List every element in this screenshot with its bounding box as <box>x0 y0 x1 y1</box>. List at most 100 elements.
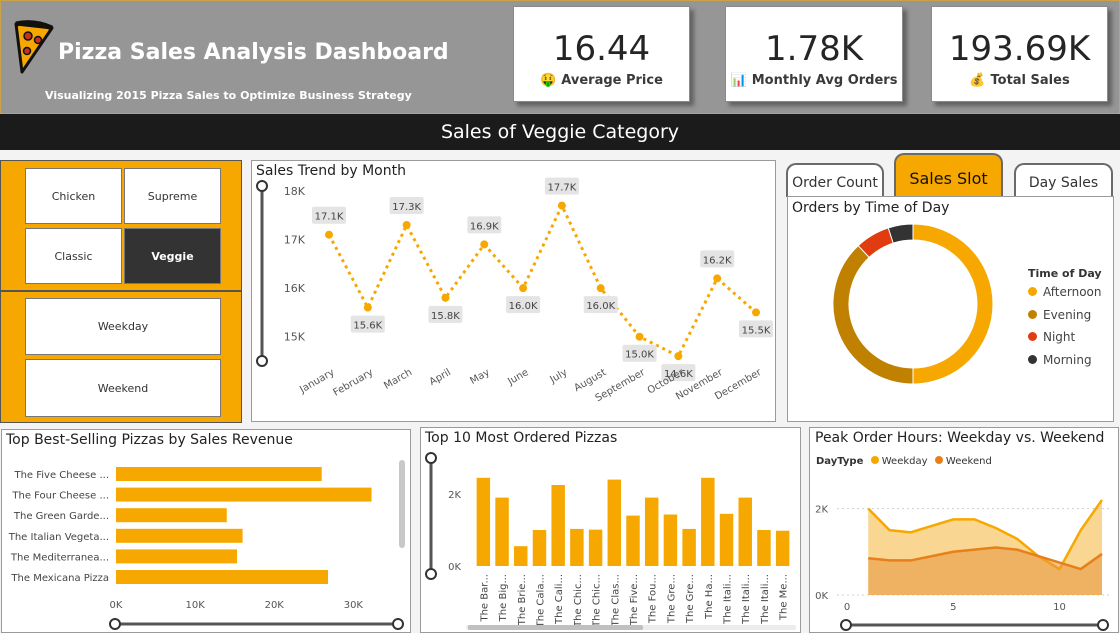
slicer-veggie-button[interactable]: Veggie <box>124 228 221 284</box>
data-label: 16.9K <box>470 221 499 232</box>
legend-item: Afternoon <box>1028 285 1102 308</box>
slicer-classic-button[interactable]: Classic <box>25 228 122 284</box>
data-point <box>713 274 722 283</box>
data-label: 16.0K <box>586 301 615 312</box>
x-category-label: The Me... <box>779 574 790 621</box>
data-point <box>752 308 760 317</box>
data-label: 16.0K <box>509 301 538 312</box>
donut-slice <box>912 223 994 385</box>
kpi-value: 193.69K <box>948 29 1091 69</box>
x-tick-label: July <box>547 367 569 386</box>
series-line <box>327 202 757 359</box>
tab-day-sales[interactable]: Day Sales <box>1014 163 1113 197</box>
y-category-label: The Mediterranea... <box>10 552 109 563</box>
time-of-day-panel: Orders by Time of Day Time of Day Aftern… <box>787 196 1114 422</box>
slicer-weekend-button[interactable]: Weekend <box>25 359 221 417</box>
x-category-label: The Ha... <box>704 574 715 620</box>
slider-handle <box>425 452 437 464</box>
y-tick-label: 0K <box>815 591 828 602</box>
tab-sales-slot[interactable]: Sales Slot <box>894 153 1003 197</box>
range-slider-handle <box>1097 619 1109 631</box>
range-slider-handle <box>392 618 404 630</box>
x-tick-label: 20K <box>265 600 285 611</box>
bar <box>116 549 238 564</box>
y-tick-label: 16K <box>284 282 306 295</box>
best-selling-panel: Top Best-Selling Pizzas by Sales Revenue… <box>1 429 411 633</box>
data-point <box>596 284 605 293</box>
bar <box>626 515 640 566</box>
y-category-label: The Mexicana Pizza <box>10 573 109 584</box>
bar <box>116 467 322 481</box>
donut-slice <box>832 244 914 385</box>
category-banner: Sales of Veggie Category <box>0 114 1120 150</box>
data-label: 15.8K <box>431 311 460 322</box>
sales-trend-chart: 15K 16K 17K 18K 17.1K January 15.6K February 17.… <box>256 177 773 404</box>
x-tick-label: 0K <box>110 600 123 611</box>
legend-item: Night <box>1028 330 1102 353</box>
daytype-slicer: Weekday Weekend <box>0 291 242 423</box>
most-ordered-panel: Top 10 Most Ordered Pizzas 0K 2K The Bar..… <box>420 427 801 633</box>
kpi-card-total-sales: 193.69K 💰 Total Sales <box>931 6 1108 102</box>
donut-slice <box>887 223 914 244</box>
bar <box>532 530 547 566</box>
kpi-value: 1.78K <box>765 29 863 69</box>
data-point <box>441 293 450 302</box>
y-tick-label: 17K <box>284 234 306 247</box>
x-tick-label: 30K <box>344 600 364 611</box>
slider-handle <box>256 355 268 367</box>
x-tick-label: January <box>297 367 336 396</box>
kpi-label: Total Sales <box>990 73 1070 88</box>
data-point <box>635 332 644 341</box>
tab-order-count[interactable]: Order Count <box>786 163 884 197</box>
x-tick-label: 10K <box>185 600 205 611</box>
x-tick-label: February <box>331 367 375 399</box>
bar <box>719 513 734 566</box>
bar <box>514 546 528 566</box>
y-tick-label: 2K <box>448 490 461 501</box>
legend-item: Evening <box>1028 308 1102 331</box>
x-category-label: The Itali... <box>760 574 771 625</box>
page-subtitle: Visualizing 2015 Pizza Sales to Optimize… <box>45 89 412 102</box>
data-point <box>557 201 566 210</box>
bar <box>116 508 227 523</box>
x-category-label: The Chic... <box>592 574 603 628</box>
legend-label: Night <box>1043 330 1076 344</box>
data-label: 15.5K <box>742 325 771 336</box>
most-ordered-bar-chart: 0K 2K The Bar... The Big... The Brie... The C… <box>425 452 796 630</box>
y-tick-label: 18K <box>284 185 306 198</box>
data-label: 17.3K <box>392 202 421 213</box>
bar <box>757 530 771 566</box>
x-tick-label: June <box>505 367 530 388</box>
slicer-chicken-button[interactable]: Chicken <box>25 168 122 224</box>
slicer-supreme-button[interactable]: Supreme <box>124 168 221 224</box>
legend-dot <box>1028 309 1037 319</box>
y-tick-label: 15K <box>284 331 306 344</box>
range-slider-handle <box>840 619 852 631</box>
data-point <box>325 230 333 239</box>
kpi-value: 16.44 <box>552 29 651 69</box>
data-label: 15.0K <box>625 350 654 361</box>
x-tick-label: 0 <box>844 602 850 613</box>
kpi-card-monthly-avg-orders: 1.78K 📊 Monthly Avg Orders <box>725 6 903 102</box>
legend-item: Morning <box>1028 353 1102 376</box>
x-tick-label: March <box>382 367 414 392</box>
bar <box>570 528 584 566</box>
x-tick-label: May <box>468 367 491 387</box>
bar <box>495 497 509 566</box>
bar <box>476 477 491 566</box>
x-category-label: The Five... <box>629 574 640 626</box>
slider-handle <box>256 180 268 192</box>
legend-dot <box>1028 287 1037 296</box>
x-category-label: The Itali... <box>741 574 752 625</box>
data-label: 16.2K <box>703 255 732 266</box>
x-category-label: The Brie... <box>517 574 528 626</box>
x-category-label: The Bar... <box>479 574 490 623</box>
x-tick-label: 5 <box>950 602 956 613</box>
bar <box>551 485 565 566</box>
data-label: 17.1K <box>315 212 344 223</box>
slicer-weekday-button[interactable]: Weekday <box>25 298 221 355</box>
horizontal-scrollbar-thumb <box>468 625 643 630</box>
legend-title: Time of Day <box>1028 267 1102 280</box>
data-point <box>363 303 372 312</box>
legend-dot <box>1028 354 1037 364</box>
